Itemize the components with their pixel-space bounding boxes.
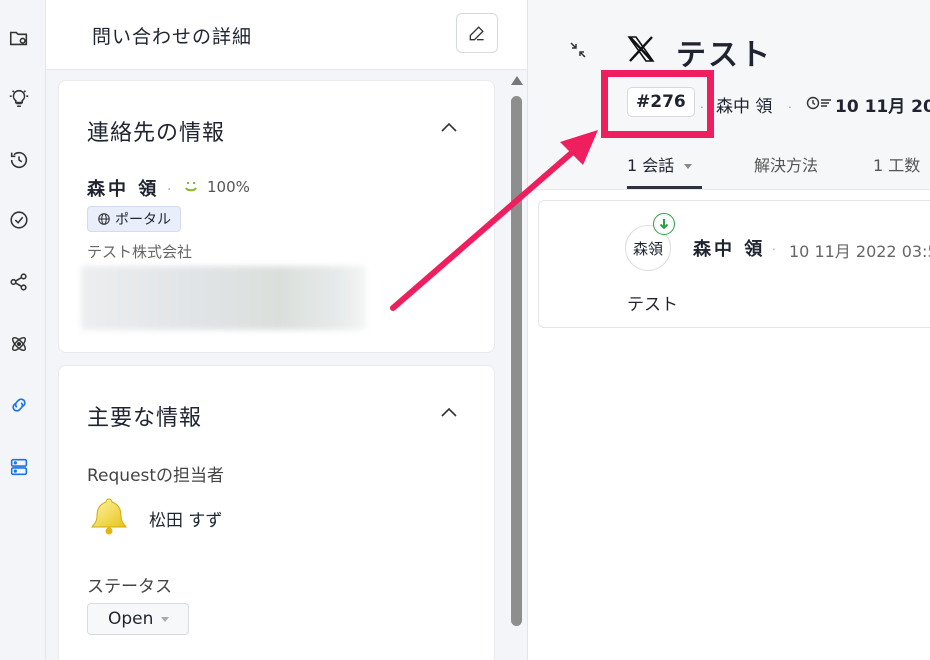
status-value: Open: [108, 609, 154, 629]
key-info-title: 主要な情報: [87, 406, 203, 431]
chevron-up-icon[interactable]: [439, 406, 459, 420]
tab-conversation-label: 1 会話: [627, 156, 675, 175]
message-author: 森中 領: [693, 239, 766, 260]
scrollbar[interactable]: [509, 76, 523, 660]
contact-card-title: 連絡先の情報: [87, 121, 226, 146]
source-chip: ポータル: [87, 206, 181, 232]
lightbulb-icon[interactable]: [7, 86, 31, 110]
contact-name[interactable]: 森中 領: [87, 175, 159, 201]
company-name: テスト株式会社: [87, 243, 193, 261]
detail-title: 問い合わせの詳細: [92, 26, 253, 48]
check-circle-icon[interactable]: [7, 208, 31, 232]
source-label: ポータル: [115, 212, 171, 228]
key-info-card: 主要な情報 Requestの担当者 松田 すず ステータス Open: [58, 365, 495, 660]
collapse-icon[interactable]: [568, 40, 588, 60]
left-icon-rail: [0, 0, 46, 660]
happiness-score: 100%: [207, 178, 250, 196]
share-icon[interactable]: [7, 270, 31, 294]
status-dropdown[interactable]: Open: [87, 603, 189, 635]
pencil-icon: [469, 26, 484, 41]
message-body: テスト: [627, 295, 678, 315]
detail-pane: 連絡先の情報 森中 領 . 100% ポータル テスト株式会社 主要な情報 Re…: [46, 70, 527, 660]
message-date: 10 11月 2022 03:5: [789, 242, 930, 261]
ticket-date: 10 11月 2022: [835, 97, 930, 117]
scroll-up-arrow-icon[interactable]: [511, 76, 523, 85]
link-icon[interactable]: [7, 393, 31, 417]
message-card: 森領 森中 領 . 10 11月 2022 03:5 テスト: [538, 200, 930, 328]
active-tab-indicator: [627, 186, 702, 189]
separator-dot: .: [772, 239, 776, 253]
ticket-header: テスト #276 . 森中 領 . 10 11月 2022 1 会話 解決方法 …: [528, 0, 930, 190]
storage-icon[interactable]: [7, 455, 31, 479]
x-channel-icon: [627, 36, 655, 62]
chevron-up-icon[interactable]: [439, 121, 459, 135]
tab-resolution[interactable]: 解決方法: [754, 152, 818, 176]
incoming-arrow-icon: [653, 213, 675, 235]
caret-down-icon: [684, 164, 693, 169]
highlight-box: [601, 70, 714, 138]
separator-dot: .: [167, 178, 172, 194]
caret-down-icon: [161, 616, 170, 622]
tab-timelog[interactable]: 1 工数: [873, 152, 920, 176]
contact-info-card: 連絡先の情報 森中 領 . 100% ポータル テスト株式会社: [58, 80, 495, 353]
ticket-pane: テスト #276 . 森中 領 . 10 11月 2022 1 会話 解決方法 …: [527, 0, 930, 660]
redacted-area: [81, 266, 366, 330]
assignee-label: Requestの担当者: [87, 466, 225, 486]
edit-button[interactable]: [456, 13, 498, 53]
bell-avatar-icon: [91, 498, 127, 535]
detail-header: 問い合わせの詳細: [46, 0, 527, 70]
ticket-title: テスト: [676, 38, 772, 73]
folder-settings-icon[interactable]: [7, 26, 31, 50]
tab-conversation[interactable]: 1 会話: [627, 152, 693, 176]
assignee-name[interactable]: 松田 すず: [149, 506, 222, 531]
globe-icon: [98, 213, 110, 225]
history-icon[interactable]: [7, 148, 31, 172]
status-label: ステータス: [87, 577, 172, 597]
ticket-contact[interactable]: 森中 領: [716, 92, 772, 117]
due-clock-icon: [806, 96, 831, 110]
separator-dot: .: [788, 97, 792, 111]
atom-icon[interactable]: [7, 332, 31, 356]
scrollbar-thumb[interactable]: [511, 96, 522, 626]
app-root: 問い合わせの詳細 連絡先の情報 森中 領 . 100% ポータル テスト株式会社…: [0, 0, 930, 660]
smile-icon: [185, 182, 197, 192]
